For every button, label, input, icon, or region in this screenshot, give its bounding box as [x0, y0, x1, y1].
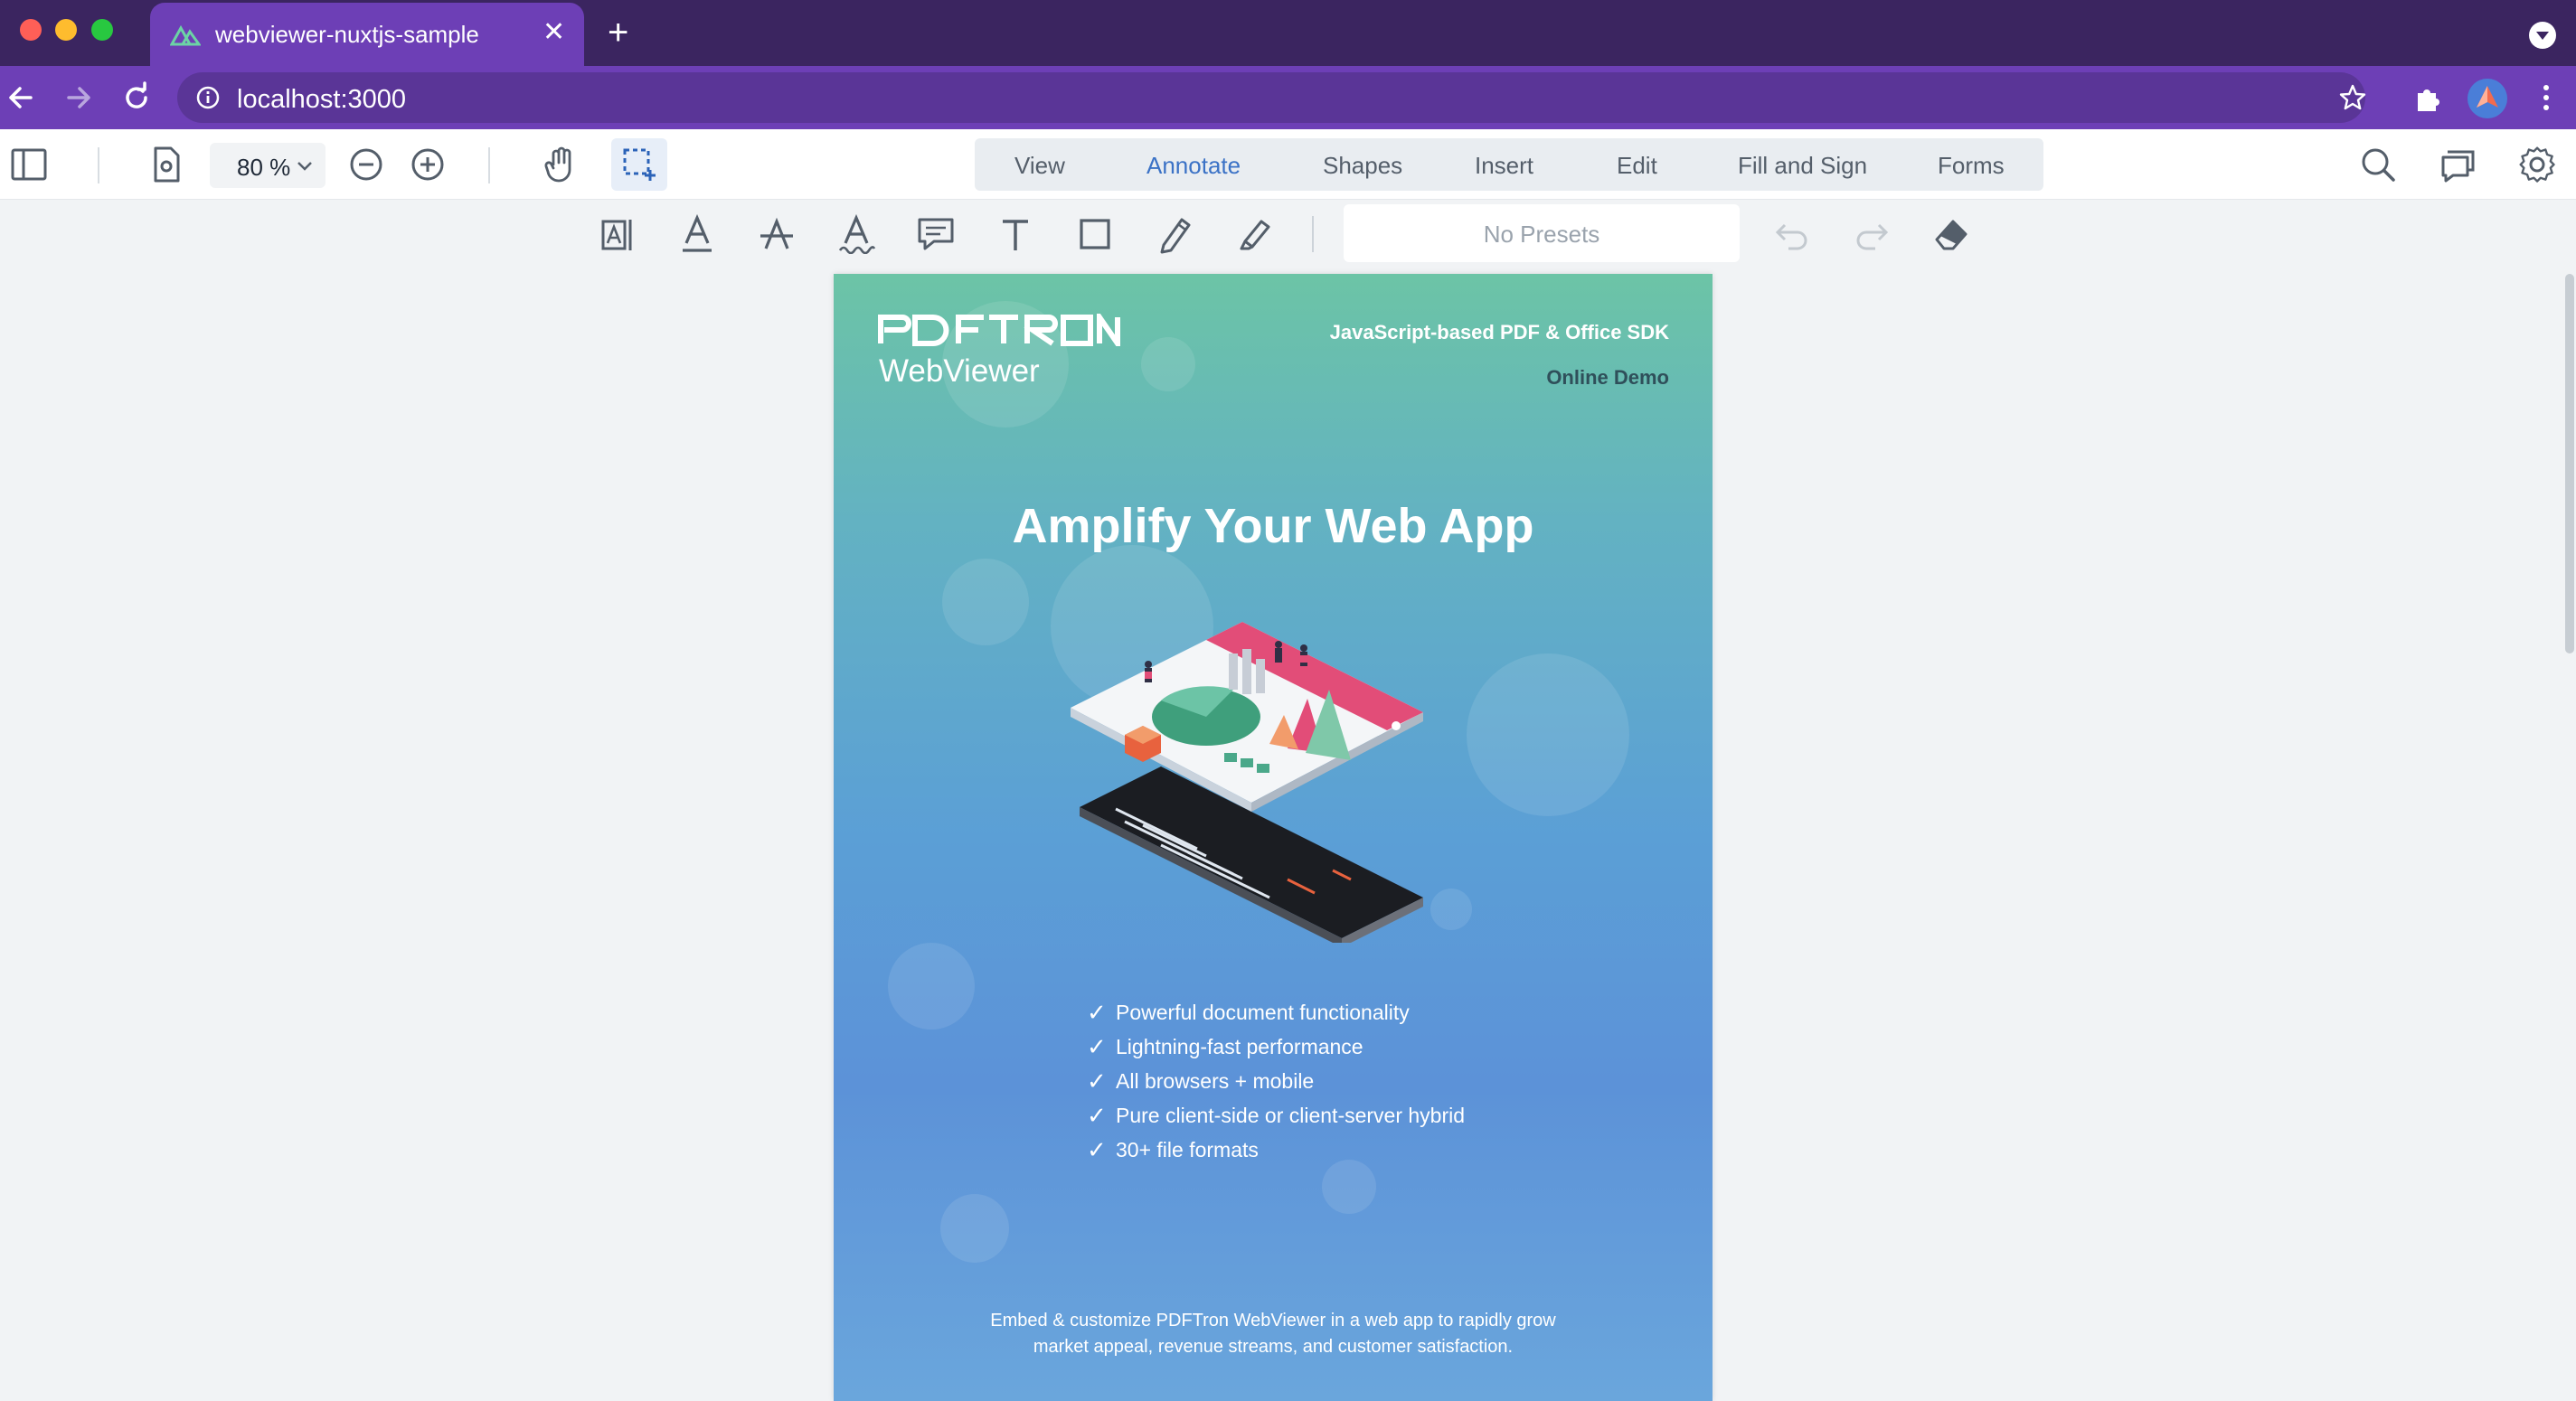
- browser-toolbar: localhost:3000: [0, 66, 2576, 129]
- tab-forms[interactable]: Forms: [1938, 152, 2005, 180]
- text-select-icon[interactable]: [598, 214, 637, 254]
- decorative-circle: [1322, 1160, 1376, 1214]
- zoom-dropdown[interactable]: 80 %: [210, 143, 326, 188]
- toolbar-divider: [1312, 216, 1314, 252]
- nuxt-logo-icon: [170, 24, 201, 46]
- comments-icon[interactable]: [2439, 145, 2478, 184]
- checkmark-icon: ✓: [1087, 1033, 1107, 1060]
- new-tab-button[interactable]: +: [608, 14, 628, 51]
- settings-icon[interactable]: [2517, 145, 2557, 184]
- document-footer: Embed & customize PDFTron WebViewer in a…: [834, 1308, 1713, 1360]
- tab-edit[interactable]: Edit: [1617, 152, 1657, 180]
- bookmark-star-icon[interactable]: [2338, 83, 2367, 112]
- underline-icon[interactable]: [677, 214, 717, 254]
- tab-shapes[interactable]: Shapes: [1323, 152, 1402, 180]
- window-zoom-button[interactable]: [91, 19, 113, 41]
- redo-icon[interactable]: [1852, 214, 1892, 254]
- feature-item: ✓ All browsers + mobile: [1087, 1064, 1465, 1098]
- comment-icon[interactable]: [916, 214, 956, 254]
- footer-line: Embed & customize PDFTron WebViewer in a…: [990, 1311, 1556, 1330]
- header-divider: [488, 147, 490, 183]
- extensions-puzzle-icon[interactable]: [2412, 80, 2447, 115]
- tab-annotate[interactable]: Annotate: [1146, 152, 1241, 180]
- logo-subtitle: WebViewer: [879, 353, 1040, 389]
- feature-item: ✓ Powerful document functionality: [1087, 995, 1465, 1030]
- zoom-value: 80 %: [237, 154, 291, 181]
- feature-item: ✓ 30+ file formats: [1087, 1133, 1465, 1167]
- freehand-icon[interactable]: [1155, 214, 1194, 254]
- eraser-icon[interactable]: [1931, 214, 1971, 254]
- online-demo-label: Online Demo: [1546, 366, 1669, 389]
- marquee-select-icon: [623, 148, 656, 181]
- presets-label: No Presets: [1483, 221, 1600, 248]
- tab-fill-and-sign[interactable]: Fill and Sign: [1738, 152, 1867, 180]
- sdk-tagline: JavaScript-based PDF & Office SDK: [1329, 321, 1669, 343]
- tab-insert[interactable]: Insert: [1475, 152, 1533, 180]
- feature-list: ✓ Powerful document functionality ✓ Lightn…: [1087, 995, 1465, 1167]
- decorative-circle: [888, 943, 975, 1030]
- decorative-circle: [942, 559, 1029, 645]
- ribbon-tabs: View Annotate Shapes Insert Edit Fill an…: [975, 138, 2043, 191]
- document-headline: Amplify Your Web App: [1012, 499, 1534, 553]
- tab-close-icon[interactable]: ✕: [543, 19, 565, 46]
- annotate-toolbar: No Presets: [0, 200, 2576, 268]
- webviewer-header: 80 % View Annotate Shapes Insert Edit Fi…: [0, 129, 2576, 200]
- zoom-out-icon[interactable]: [346, 145, 386, 184]
- decorative-circle: [1141, 337, 1195, 391]
- feature-text: Lightning-fast performance: [1116, 1035, 1363, 1058]
- checkmark-icon: ✓: [1087, 1067, 1107, 1095]
- page-settings-icon[interactable]: [146, 145, 186, 184]
- tab-title: webviewer-nuxtjs-sample: [215, 21, 479, 48]
- chevron-down-icon: [297, 162, 312, 171]
- footer-line: market appeal, revenue streams, and cust…: [1033, 1337, 1514, 1357]
- dashboard-illustration: [1071, 622, 1423, 943]
- tab-search-button[interactable]: [2529, 22, 2556, 49]
- back-arrow-icon[interactable]: [4, 80, 38, 115]
- address-bar[interactable]: localhost:3000: [177, 72, 2367, 123]
- feature-text: 30+ file formats: [1116, 1138, 1259, 1161]
- checkmark-icon: ✓: [1087, 999, 1107, 1026]
- window-minimize-button[interactable]: [55, 19, 77, 41]
- feature-text: Pure client-side or client-server hybrid: [1116, 1104, 1466, 1127]
- browser-tab-bar: webviewer-nuxtjs-sample ✕ +: [0, 0, 2576, 66]
- url-text: localhost:3000: [237, 85, 407, 114]
- browser-menu-icon[interactable]: [2537, 80, 2555, 115]
- browser-tab[interactable]: webviewer-nuxtjs-sample ✕: [150, 3, 584, 66]
- free-text-icon[interactable]: [995, 214, 1035, 254]
- reload-icon[interactable]: [119, 80, 154, 115]
- feature-text: All browsers + mobile: [1116, 1069, 1315, 1093]
- vertical-scrollbar[interactable]: [2565, 274, 2574, 653]
- forward-arrow-icon[interactable]: [61, 80, 96, 115]
- highlighter-pen-icon[interactable]: [1234, 214, 1274, 254]
- pdftron-logo: [878, 314, 1120, 346]
- rectangle-icon[interactable]: [1075, 214, 1115, 254]
- header-divider: [98, 147, 99, 183]
- checkmark-icon: ✓: [1087, 1102, 1107, 1129]
- profile-avatar[interactable]: [2467, 79, 2507, 118]
- pan-tool-icon[interactable]: [541, 145, 580, 184]
- decorative-circle: [940, 1194, 1009, 1263]
- profile-logo-icon: [2477, 86, 2498, 108]
- window-close-button[interactable]: [20, 19, 42, 41]
- checkmark-icon: ✓: [1087, 1136, 1107, 1163]
- squiggly-icon[interactable]: [836, 214, 876, 254]
- document-container[interactable]: WebViewer JavaScript-based PDF & Office …: [0, 268, 2576, 1401]
- feature-item: ✓ Lightning-fast performance: [1087, 1030, 1465, 1064]
- site-info-icon[interactable]: [195, 85, 221, 110]
- strikeout-icon[interactable]: [757, 214, 797, 254]
- zoom-in-icon[interactable]: [408, 145, 448, 184]
- style-presets-dropdown[interactable]: No Presets: [1344, 204, 1740, 262]
- undo-icon[interactable]: [1772, 214, 1812, 254]
- tab-view[interactable]: View: [1014, 152, 1065, 180]
- document-page[interactable]: WebViewer JavaScript-based PDF & Office …: [834, 274, 1713, 1401]
- panel-toggle-icon[interactable]: [9, 145, 49, 184]
- marquee-select-button[interactable]: [611, 138, 667, 191]
- feature-item: ✓ Pure client-side or client-server hybri…: [1087, 1098, 1465, 1133]
- feature-text: Powerful document functionality: [1116, 1001, 1410, 1024]
- search-icon[interactable]: [2358, 145, 2398, 184]
